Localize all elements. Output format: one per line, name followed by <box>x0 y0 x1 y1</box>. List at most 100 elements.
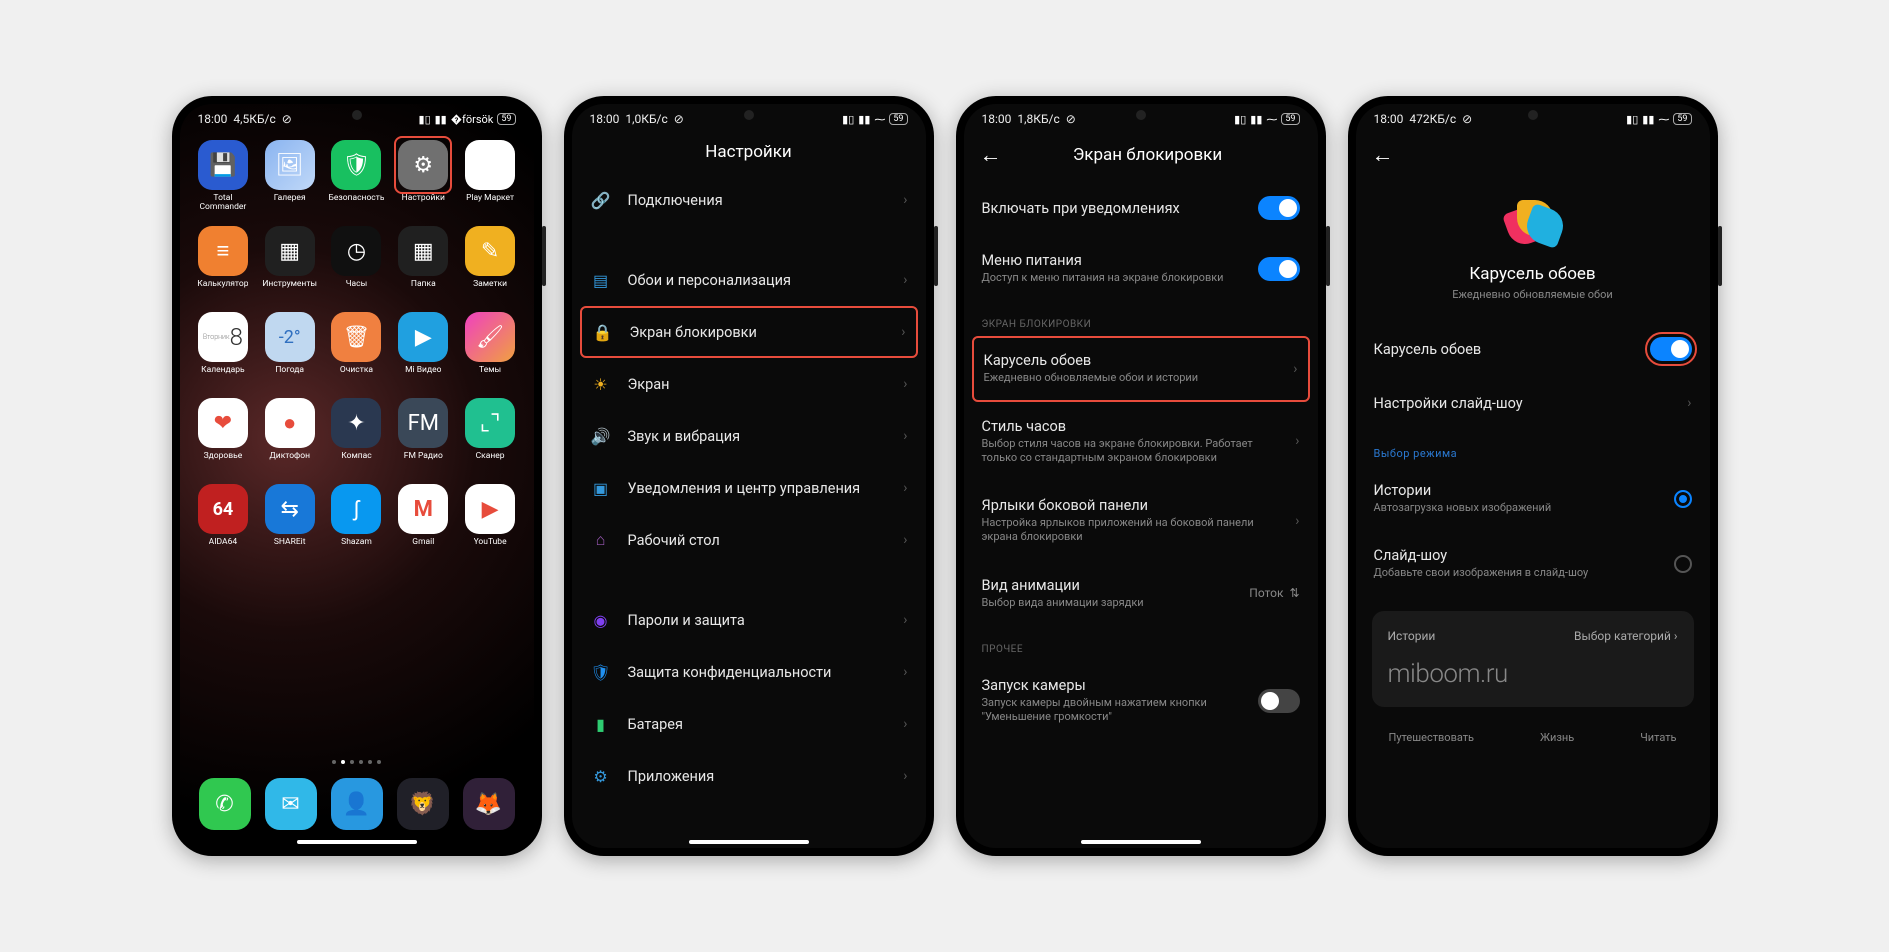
app-folder[interactable]: ▦Папка <box>392 226 455 300</box>
mode-tab[interactable]: Жизнь <box>1540 731 1574 744</box>
privacy-icon: 🛡 <box>590 663 612 682</box>
settings-row-sound[interactable]: 🔊Звук и вибрация› <box>572 410 926 462</box>
updown-icon: ⇅ <box>1289 586 1299 600</box>
settings-row-brightness[interactable]: ☀Экран› <box>572 358 926 410</box>
home-indicator[interactable] <box>1081 840 1201 844</box>
settings-row-lock[interactable]: 🔒Экран блокировки› <box>580 306 918 358</box>
settings-row-notifications[interactable]: ▣Уведомления и центр управления› <box>572 462 926 514</box>
mode-tabs[interactable]: Путешествовать Жизнь Читать <box>1356 721 1710 754</box>
app-clock[interactable]: ◷Часы <box>325 226 388 300</box>
dnd-icon: ⊘ <box>282 112 292 126</box>
app-label: Календарь <box>201 366 245 386</box>
other-row[interactable]: Запуск камерыЗапуск камеры двойным нажат… <box>964 661 1318 741</box>
app-aida[interactable]: 64AIDA64 <box>192 484 255 558</box>
app-folder[interactable]: ▦Инструменты <box>258 226 321 300</box>
app-label: Mi Видео <box>405 366 441 386</box>
app-video[interactable]: ▶Mi Видео <box>392 312 455 386</box>
toggle[interactable] <box>1258 196 1300 220</box>
card-right-label[interactable]: Выбор категорий › <box>1574 629 1678 643</box>
app-label: Галерея <box>274 194 306 214</box>
hero-title: Карусель обоев <box>1469 264 1595 284</box>
toggle[interactable] <box>1258 257 1300 281</box>
carousel-list[interactable]: Карусель обоев Ежедневно обновляемые обо… <box>1356 180 1710 848</box>
radio[interactable] <box>1674 490 1692 508</box>
app-gmail[interactable]: MGmail <box>392 484 455 558</box>
app-notes[interactable]: ✎Заметки <box>459 226 522 300</box>
app-themes[interactable]: 🖌Темы <box>459 312 522 386</box>
app-gallery[interactable]: 🖼Галерея <box>258 140 321 214</box>
lock-row[interactable]: Ярлыки боковой панелиНастройка ярлыков п… <box>964 481 1318 561</box>
settings-row-fingerprint[interactable]: ◉Пароли и защита› <box>572 594 926 646</box>
firefox-icon[interactable]: 🦊 <box>463 778 515 830</box>
notch <box>352 110 362 120</box>
dnd-icon: ⊘ <box>1066 112 1076 126</box>
settings-row-wallpaper[interactable]: ▤Обои и персонализация› <box>572 254 926 306</box>
row-label: Настройки слайд-шоу <box>1374 395 1672 412</box>
settings-list[interactable]: 🔗Подключения› ▤Обои и персонализация›🔒Экр… <box>572 174 926 834</box>
slideshow-settings-row[interactable]: Настройки слайд-шоу › <box>1356 377 1710 429</box>
radio[interactable] <box>1674 555 1692 573</box>
chevron-right-icon: › <box>903 480 907 496</box>
dock[interactable]: ✆ ✉ 👤 🦁 🦊 <box>180 770 534 834</box>
back-button[interactable]: ← <box>1372 142 1396 168</box>
settings-row-battery[interactable]: ▮Батарея› <box>572 698 926 750</box>
contacts-icon[interactable]: 👤 <box>331 778 383 830</box>
lock-row[interactable]: Стиль часовВыбор стиля часов на экране б… <box>964 402 1318 482</box>
lockscreen-list[interactable]: Включать при уведомленияхМеню питанияДос… <box>964 180 1318 834</box>
app-radio[interactable]: FMFM Радио <box>392 398 455 472</box>
app-calculator[interactable]: ≡Калькулятор <box>192 226 255 300</box>
settings-row-privacy[interactable]: 🛡Защита конфиденциальности› <box>572 646 926 698</box>
row-label: Стиль часов <box>982 418 1280 435</box>
messages-icon[interactable]: ✉ <box>265 778 317 830</box>
chevron-right-icon: › <box>903 376 907 392</box>
app-play-store[interactable]: ▶Play Маркет <box>459 140 522 214</box>
app-calendar[interactable]: Вторник8Календарь <box>192 312 255 386</box>
signal-icon: ▮▯ <box>1626 113 1638 126</box>
app-save[interactable]: 💾Total Commander <box>192 140 255 214</box>
row-label: Приложения <box>628 768 888 785</box>
app-shield[interactable]: 🛡Безопасность <box>325 140 388 214</box>
phone-icon[interactable]: ✆ <box>199 778 251 830</box>
home-indicator[interactable] <box>297 840 417 844</box>
row-label: Экран блокировки <box>630 324 886 341</box>
app-weather[interactable]: -2°Погода <box>258 312 321 386</box>
app-grid[interactable]: 💾Total Commander🖼Галерея🛡Безопасность⚙На… <box>180 130 534 754</box>
settings-row-link[interactable]: 🔗Подключения› <box>572 174 926 226</box>
aida-icon: 64 <box>198 484 248 534</box>
settings-row-apps[interactable]: ⚙Приложения› <box>572 750 926 802</box>
app-compass[interactable]: ✦Компас <box>325 398 388 472</box>
app-gear[interactable]: ⚙Настройки <box>392 140 455 214</box>
status-time: 18:00 <box>982 112 1012 126</box>
mode-tab[interactable]: Путешествовать <box>1388 731 1474 744</box>
mode-row[interactable]: ИсторииАвтозагрузка новых изображений <box>1356 466 1710 531</box>
toggle-row[interactable]: Меню питанияДоступ к меню питания на экр… <box>964 236 1318 301</box>
link-icon: 🔗 <box>590 191 612 210</box>
row-sublabel: Ежедневно обновляемые обои и истории <box>984 371 1278 385</box>
lock-row[interactable]: Вид анимацииВыбор вида анимации зарядкиП… <box>964 561 1318 626</box>
app-label: Заметки <box>473 280 507 300</box>
toggle-row[interactable]: Включать при уведомлениях <box>964 180 1318 236</box>
app-trash[interactable]: 🗑Очистка <box>325 312 388 386</box>
lock-row[interactable]: Карусель обоевЕжедневно обновляемые обои… <box>972 336 1310 401</box>
app-shareit[interactable]: ⇆SHAREit <box>258 484 321 558</box>
preview-card[interactable]: Истории Выбор категорий › miboom.ru <box>1372 611 1694 707</box>
browser-icon[interactable]: 🦁 <box>397 778 449 830</box>
settings-row-home[interactable]: ⌂Рабочий стол› <box>572 514 926 566</box>
carousel-toggle[interactable] <box>1650 337 1692 361</box>
mode-tab[interactable]: Читать <box>1640 731 1676 744</box>
mode-row[interactable]: Слайд-шоуДобавьте свои изображения в сла… <box>1356 531 1710 596</box>
app-shazam[interactable]: ʃShazam <box>325 484 388 558</box>
sound-icon: 🔊 <box>590 427 612 446</box>
fingerprint-icon: ◉ <box>590 611 612 630</box>
toggle[interactable] <box>1258 689 1300 713</box>
row-sublabel: Запуск камеры двойным нажатием кнопки "У… <box>982 696 1242 725</box>
app-scanner[interactable]: ⌞⌝Сканер <box>459 398 522 472</box>
app-label: Компас <box>341 452 371 472</box>
home-indicator[interactable] <box>689 840 809 844</box>
battery-icon: ▮ <box>590 715 612 734</box>
phone-1: 18:00 4,5КБ/с ⊘ ▮▯ ▮▮ �försök 59 💾Total … <box>172 96 542 856</box>
app-health[interactable]: ❤Здоровье <box>192 398 255 472</box>
app-youtube[interactable]: ▶YouTube <box>459 484 522 558</box>
carousel-toggle-row[interactable]: Карусель обоев <box>1356 321 1710 377</box>
app-recorder[interactable]: ●Диктофон <box>258 398 321 472</box>
